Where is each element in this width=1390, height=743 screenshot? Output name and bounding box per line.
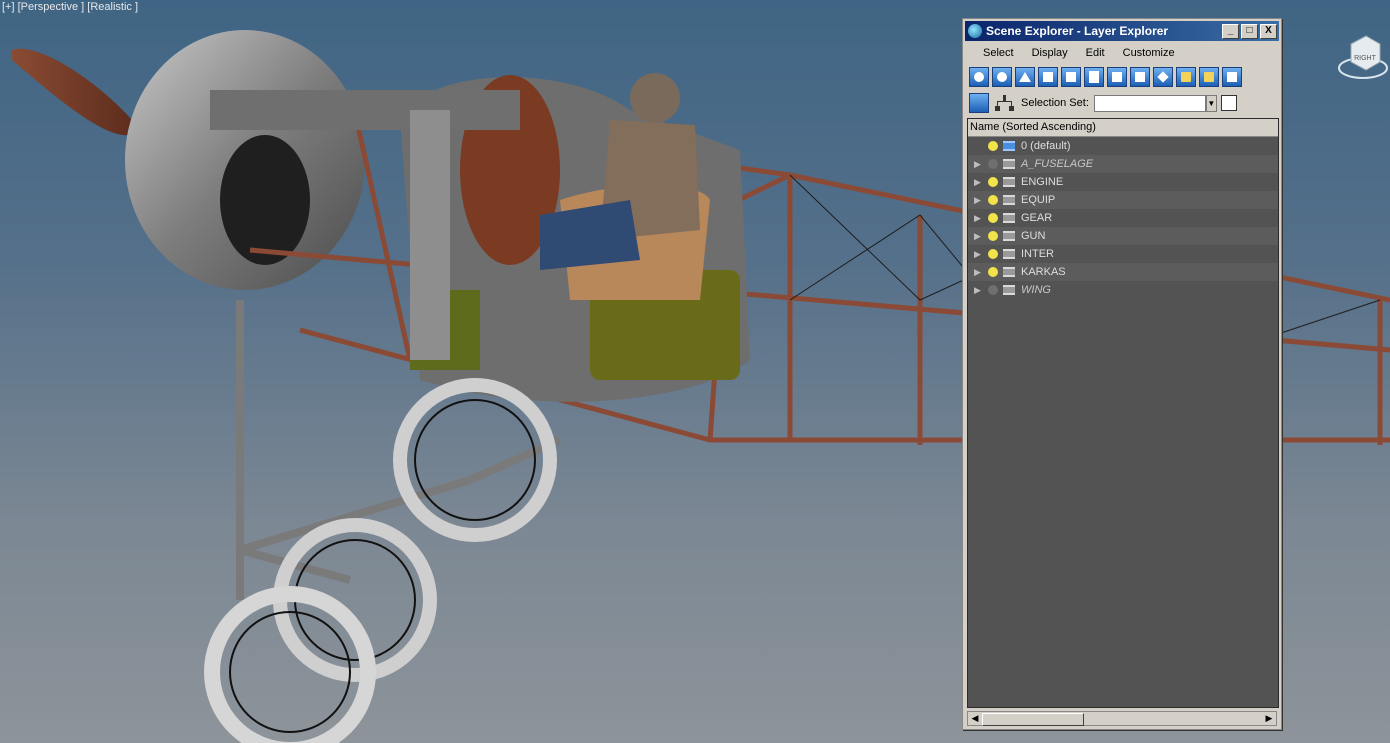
layer-row[interactable]: ▶ A_FUSELAGE [968,155,1278,173]
display-lights-icon[interactable] [1015,67,1035,87]
layer-name[interactable]: KARKAS [1021,266,1066,278]
layer-row[interactable]: ▶ WING [968,281,1278,299]
scene-explorer-window[interactable]: Scene Explorer - Layer Explorer _ □ X Se… [962,18,1282,730]
chevron-down-icon[interactable]: ▼ [1205,94,1217,112]
layer-row[interactable]: ▶ GUN [968,227,1278,245]
scroll-left-icon[interactable]: ◀ [968,712,982,725]
selection-set-input[interactable] [1093,94,1206,112]
display-spacewarps-icon[interactable] [1084,67,1104,87]
layer-name[interactable]: EQUIP [1021,194,1055,206]
layer-row[interactable]: ▶ INTER [968,245,1278,263]
lightbulb-icon[interactable] [988,231,998,241]
menu-select[interactable]: Select [983,47,1014,59]
selection-set-label: Selection Set: [1021,97,1089,109]
display-cameras-icon[interactable] [1038,67,1058,87]
expand-arrow-icon[interactable]: ▶ [974,249,984,260]
window-title: Scene Explorer - Layer Explorer [986,24,1169,38]
layer-name[interactable]: GEAR [1021,212,1052,224]
display-hidden-icon[interactable] [1222,67,1242,87]
machine-gun [210,90,520,130]
layer-row[interactable]: 0 (default) [968,137,1278,155]
layer-row[interactable]: ▶ GEAR [968,209,1278,227]
layer-row[interactable]: ▶ EQUIP [968,191,1278,209]
layer-icon[interactable] [1003,213,1015,223]
scroll-thumb[interactable] [982,713,1084,726]
lightbulb-icon[interactable] [988,249,998,259]
layer-name[interactable]: INTER [1021,248,1054,260]
layer-icon[interactable] [1003,267,1015,277]
lightbulb-icon[interactable] [988,177,998,187]
layer-name[interactable]: WING [1021,284,1051,296]
menu-customize[interactable]: Customize [1123,47,1175,59]
window-titlebar[interactable]: Scene Explorer - Layer Explorer _ □ X [965,21,1279,41]
lightbulb-icon[interactable] [988,213,998,223]
expand-arrow-icon[interactable]: ▶ [974,159,984,170]
display-frozen-icon[interactable] [1199,67,1219,87]
layers-icon[interactable] [969,93,989,113]
layer-row[interactable]: ▶ ENGINE [968,173,1278,191]
hierarchy-icon[interactable] [995,94,1014,112]
layer-icon[interactable] [1003,285,1015,295]
column-header-name[interactable]: Name (Sorted Ascending) [968,119,1278,137]
expand-arrow-icon[interactable]: ▶ [974,177,984,188]
display-geometry-icon[interactable] [969,67,989,87]
layer-icon[interactable] [1003,249,1015,259]
expand-arrow-icon[interactable]: ▶ [974,213,984,224]
layer-icon[interactable] [1003,141,1015,151]
display-helpers-icon[interactable] [1061,67,1081,87]
horizontal-scrollbar[interactable]: ◀ ▶ [967,711,1277,726]
lightbulb-icon[interactable] [988,195,998,205]
expand-arrow-icon[interactable]: ▶ [974,267,984,278]
layer-tree[interactable]: Name (Sorted Ascending) 0 (default) ▶ A_FU… [967,118,1279,708]
layer-icon[interactable] [1003,195,1015,205]
menu-bar: Select Display Edit Customize [965,43,1279,63]
minimize-button[interactable]: _ [1222,23,1239,39]
layer-icon[interactable] [1003,159,1015,169]
lightbulb-icon[interactable] [988,267,998,277]
layer-icon[interactable] [1003,177,1015,187]
display-groups-icon[interactable] [1107,67,1127,87]
display-xrefs-icon[interactable] [1130,67,1150,87]
display-shapes-icon[interactable] [992,67,1012,87]
layer-name[interactable]: A_FUSELAGE [1021,158,1093,170]
scroll-right-icon[interactable]: ▶ [1262,712,1276,725]
close-button[interactable]: X [1260,23,1277,39]
expand-arrow-icon[interactable]: ▶ [974,285,984,296]
menu-display[interactable]: Display [1032,47,1068,59]
layer-name[interactable]: GUN [1021,230,1045,242]
expand-arrow-icon[interactable]: ▶ [974,195,984,206]
edit-selection-set-icon[interactable] [1220,95,1237,111]
display-filter-toolbar [969,67,1245,89]
layer-name[interactable]: 0 (default) [1021,140,1071,152]
scene-explorer-icon [968,24,982,38]
layer-icon[interactable] [1003,231,1015,241]
expand-arrow-icon[interactable]: ▶ [974,231,984,242]
pilot-head [630,73,680,123]
selection-toolbar: Selection Set: ▼ [969,92,1273,114]
propeller [12,48,140,136]
viewcube-icon[interactable]: RIGHT [1336,30,1390,84]
lightbulb-icon[interactable] [988,159,998,169]
layer-row[interactable]: ▶ KARKAS [968,263,1278,281]
display-containers-icon[interactable] [1176,67,1196,87]
lightbulb-icon[interactable] [988,285,998,295]
viewport-label[interactable]: [+] [Perspective ] [Realistic ] [0,0,140,14]
layer-name[interactable]: ENGINE [1021,176,1063,188]
viewcube-face-label: RIGHT [1354,55,1377,62]
display-bones-icon[interactable] [1153,67,1173,87]
lightbulb-icon[interactable] [988,141,998,151]
menu-edit[interactable]: Edit [1086,47,1105,59]
wheels [204,378,557,743]
maximize-button[interactable]: □ [1241,23,1258,39]
